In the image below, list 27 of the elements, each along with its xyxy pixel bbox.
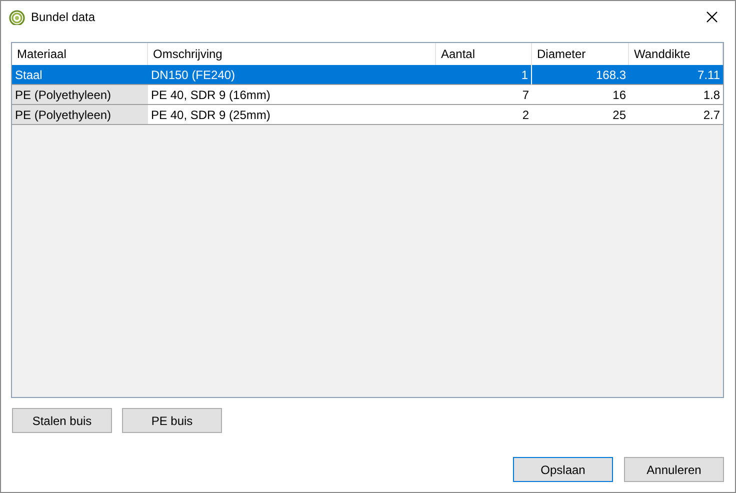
- table-cell: 2: [436, 105, 532, 125]
- add-button[interactable]: PE buis: [122, 408, 222, 433]
- table-cell: 16: [532, 85, 629, 105]
- column-header[interactable]: Omschrijving: [148, 43, 436, 65]
- table-cell: 7: [436, 85, 532, 105]
- table-cell: 1.8: [629, 85, 723, 105]
- column-header[interactable]: Wanddikte: [629, 43, 723, 65]
- table-cell: 168.3: [532, 65, 629, 85]
- column-header[interactable]: Diameter: [532, 43, 629, 65]
- table-cell: DN150 (FE240): [148, 65, 436, 85]
- table-cell: 1: [436, 65, 532, 85]
- table-cell: 7.11: [629, 65, 723, 85]
- table-cell: 2.7: [629, 105, 723, 125]
- close-icon[interactable]: [706, 11, 718, 23]
- table-cell: PE (Polyethyleen): [12, 105, 148, 125]
- window-title: Bundel data: [31, 9, 96, 26]
- column-header[interactable]: Aantal: [436, 43, 532, 65]
- table-cell: PE 40, SDR 9 (16mm): [148, 85, 436, 105]
- table-cell: Staal: [12, 65, 148, 85]
- default-button[interactable]: Opslaan: [513, 457, 613, 482]
- table-cell: PE 40, SDR 9 (25mm): [148, 105, 436, 125]
- table-cell: PE (Polyethyleen): [12, 85, 148, 105]
- dialog-button[interactable]: Annuleren: [624, 457, 724, 482]
- add-button[interactable]: Stalen buis: [12, 408, 112, 433]
- column-header[interactable]: Materiaal: [12, 43, 148, 65]
- app-logo-icon: [9, 9, 25, 25]
- table-cell: 25: [532, 105, 629, 125]
